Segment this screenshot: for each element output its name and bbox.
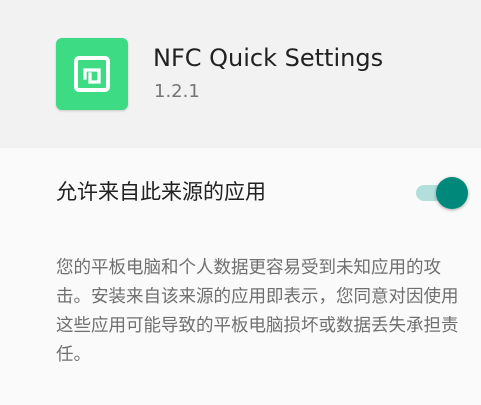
app-icon [56,38,128,110]
security-warning-text: 您的平板电脑和个人数据更容易受到未知应用的攻击。安装来自该来源的应用即表示，您同… [56,258,459,365]
allow-from-source-label: 允许来自此来源的应用 [56,180,266,204]
app-version: 1.2.1 [154,81,200,102]
install-unknown-apps-screen: NFC Quick Settings 1.2.1 允许来自此来源的应用 您的平板… [0,0,481,405]
allow-from-source-toggle[interactable] [416,172,470,212]
app-header: NFC Quick Settings 1.2.1 [0,0,481,148]
allow-from-source-row[interactable]: 允许来自此来源的应用 [0,148,481,232]
app-name: NFC Quick Settings [153,44,384,72]
nfc-tag-icon [74,56,110,92]
toggle-thumb [436,177,468,209]
